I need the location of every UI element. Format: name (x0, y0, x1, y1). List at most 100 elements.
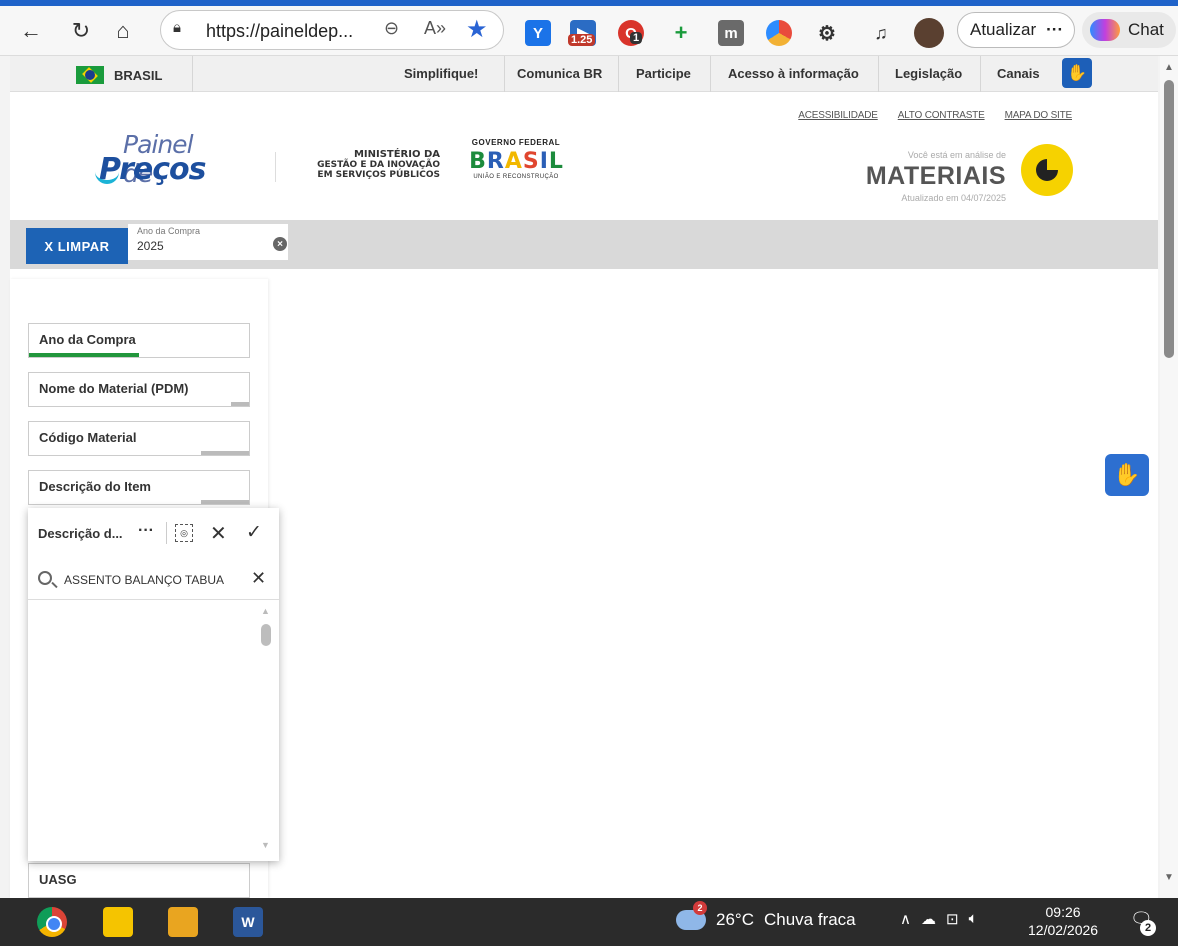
painel-de-precos-logo[interactable]: Painel de Preços (95, 130, 225, 190)
ministry-line1: MINISTÉRIO DA (353, 149, 440, 160)
filter-chip[interactable]: Ano da Compra 2025 × (128, 224, 288, 260)
govbar-link-comunica[interactable]: Comunica BR (517, 66, 602, 81)
chat-label: Chat (1128, 20, 1164, 39)
search-value[interactable]: ASSENTO BALANÇO TABUA (64, 573, 224, 587)
ministry-line2: GESTÃO E DA INOVAÇÃO (317, 160, 440, 170)
govbar-link-acesso[interactable]: Acesso à informação (728, 66, 859, 81)
ministry-line3: EM SERVIÇOS PÚBLICOS (317, 170, 440, 180)
zoom-icon[interactable]: ⊖ (384, 18, 399, 39)
more-menu-icon[interactable]: ··· (1046, 20, 1063, 40)
favorite-star-icon[interactable]: ★ (466, 15, 488, 44)
back-icon[interactable]: ← (14, 14, 48, 48)
extension-m-icon[interactable]: m (718, 20, 744, 46)
extension-v-icon[interactable]: Y (525, 20, 551, 46)
sticky-notes-icon[interactable] (103, 907, 133, 937)
system-tray: ∧ ☁ ⊡ 🔈︎ (900, 910, 978, 928)
extension-opera-icon[interactable]: O 1 (618, 20, 644, 46)
divider (618, 56, 619, 92)
scroll-up-icon[interactable]: ▲ (261, 606, 270, 616)
govbar-link-participe[interactable]: Participe (636, 66, 691, 81)
onedrive-icon[interactable]: ☁ (921, 910, 936, 928)
extension-color-icon[interactable] (766, 20, 792, 46)
weather-cloud-icon: 2 (676, 901, 707, 930)
divider (710, 56, 711, 92)
extension-badge: 1 (630, 32, 643, 44)
popup-title: Descrição d... (38, 526, 123, 541)
govbar-link-simplifique[interactable]: Simplifique! (404, 66, 478, 81)
pie-chart-icon[interactable] (1021, 144, 1073, 196)
url-text[interactable]: https://paineldep... (206, 21, 353, 42)
time: 09:26 (1045, 904, 1081, 920)
gov-brasil-wordmark: BRASIL (469, 149, 563, 174)
selection-bar (201, 451, 249, 455)
ministry-label: MINISTÉRIO DA GESTÃO E DA INOVAÇÃO EM SE… (310, 149, 440, 181)
profile-avatar[interactable] (914, 18, 944, 48)
filter-descricao-item[interactable]: Descrição do Item (28, 470, 250, 505)
weather-widget[interactable]: 2 26°C Chuva fraca (676, 901, 856, 930)
add-extension-icon[interactable]: + (668, 20, 694, 46)
popup-scrollbar[interactable]: ▲ ▼ (258, 604, 274, 854)
copilot-icon (1090, 19, 1120, 41)
scroll-thumb[interactable] (1164, 80, 1174, 358)
site-header: ACESSIBILIDADE ALTO CONTRASTE MAPA DO SI… (10, 92, 1158, 220)
divider (192, 56, 193, 92)
clear-filters-button[interactable]: X LIMPAR (26, 228, 128, 264)
remove-filter-icon[interactable]: × (273, 237, 287, 251)
date: 12/02/2026 (1028, 922, 1099, 938)
volume-icon[interactable]: 🔈︎ (969, 910, 978, 928)
divider (980, 56, 981, 92)
copilot-chat-button[interactable]: Chat (1082, 12, 1176, 48)
scroll-down-icon[interactable]: ▼ (1164, 872, 1174, 883)
brasil-link[interactable]: BRASIL (76, 66, 162, 84)
address-bar[interactable]: 🔒︎ https://paineldep... ⊖ A» ★ (160, 10, 504, 50)
analysis-context: Você está em análise de MATERIAIS Atuali… (866, 150, 1006, 203)
scroll-up-icon[interactable]: ▲ (1164, 62, 1174, 73)
chrome-icon[interactable] (37, 907, 67, 937)
popup-search-field[interactable]: ASSENTO BALANÇO TABUA ✕ (28, 564, 279, 600)
filter-uasg[interactable]: UASG (28, 863, 250, 898)
selection-tool-icon[interactable]: ◎ (175, 524, 193, 542)
read-aloud-icon[interactable]: A» (424, 18, 446, 39)
file-explorer-icon[interactable] (168, 907, 198, 937)
gov-federal-label: GOVERNO FEDERAL (471, 138, 561, 147)
notifications-icon[interactable]: 🗨︎ 2 (1130, 909, 1156, 936)
show-hidden-icons-icon[interactable]: ∧ (900, 910, 911, 928)
filter-ano-da-compra[interactable]: Ano da Compra (28, 323, 250, 358)
network-icon[interactable]: ⊡ (946, 910, 959, 928)
page-scrollbar[interactable]: ▲ ▼ (1160, 56, 1178, 898)
favorites-icon[interactable]: ♫ (868, 20, 894, 46)
clear-search-icon[interactable]: ✕ (251, 568, 266, 589)
update-button[interactable]: Atualizar ··· (957, 12, 1075, 48)
filter-codigo-material[interactable]: Código Material (28, 421, 250, 456)
govbar-link-legislacao[interactable]: Legislação (895, 66, 962, 81)
vlibras-icon[interactable]: ✋ (1062, 58, 1092, 88)
extensions-puzzle-icon[interactable]: ⚙ (814, 20, 840, 46)
scroll-thumb[interactable] (261, 624, 271, 646)
weather-badge: 2 (693, 901, 707, 915)
update-label: Atualizar (970, 20, 1037, 39)
accessibility-link[interactable]: ACESSIBILIDADE (798, 110, 878, 121)
scroll-down-icon[interactable]: ▼ (261, 840, 270, 850)
high-contrast-link[interactable]: ALTO CONTRASTE (898, 110, 985, 121)
governo-federal-logo: GOVERNO FEDERAL BRASIL UNIÃO E RECONSTRU… (456, 138, 576, 194)
filter-label: Nome do Material (PDM) (39, 381, 189, 396)
selection-bar (201, 500, 249, 504)
govbar-link-canais[interactable]: Canais (997, 66, 1040, 81)
filter-nome-material[interactable]: Nome do Material (PDM) (28, 372, 250, 407)
confirm-selection-icon[interactable]: ✓ (246, 521, 262, 544)
gov-br-bar: BRASIL Simplifique! Comunica BR Particip… (10, 56, 1158, 92)
home-icon[interactable]: ⌂ (106, 14, 140, 48)
more-options-icon[interactable]: ··· (138, 522, 154, 540)
analysis-title: MATERIAIS (865, 162, 1006, 190)
clock[interactable]: 09:26 12/02/2026 (1028, 903, 1098, 939)
cancel-selection-icon[interactable]: ✕ (210, 521, 227, 546)
extension-media-icon[interactable]: ▶ 1.25 (568, 20, 596, 46)
divider (504, 56, 505, 92)
vlibras-widget-icon[interactable]: ✋ (1105, 454, 1149, 496)
word-icon[interactable]: W (233, 907, 263, 937)
site-map-link[interactable]: MAPA DO SITE (1005, 110, 1073, 121)
refresh-icon[interactable]: ↻ (64, 14, 98, 48)
site-info-icon[interactable]: 🔒︎ (173, 19, 193, 41)
search-icon (38, 571, 52, 585)
selection-bar (231, 402, 249, 406)
